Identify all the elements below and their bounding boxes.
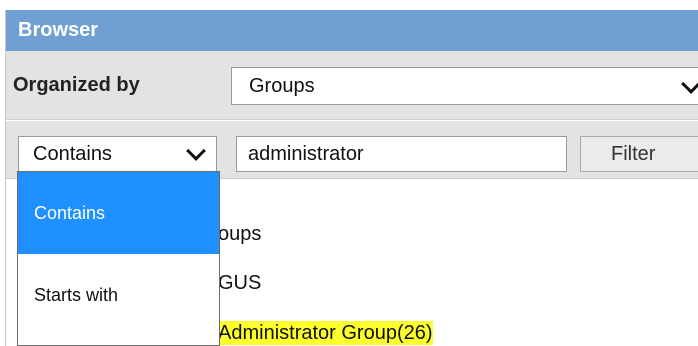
tree-item[interactable]: oups bbox=[218, 222, 261, 246]
organized-by-select[interactable]: Groups bbox=[231, 67, 698, 105]
chevron-down-icon bbox=[186, 141, 206, 161]
organized-by-label: Organized by bbox=[13, 74, 140, 96]
organized-by-value: Groups bbox=[249, 75, 315, 97]
filter-input[interactable] bbox=[236, 136, 567, 172]
tree-item-highlighted[interactable]: Administrator Group(26) bbox=[218, 321, 433, 345]
panel-title: Browser bbox=[6, 10, 698, 51]
tree-item[interactable]: GUS bbox=[218, 271, 261, 295]
chevron-down-icon bbox=[681, 74, 698, 94]
option-starts-with[interactable]: Starts with bbox=[18, 254, 219, 336]
organized-by-row: Organized by Groups bbox=[6, 51, 698, 120]
filter-button[interactable]: Filter bbox=[580, 136, 698, 172]
match-mode-dropdown: Contains Starts with bbox=[17, 171, 220, 346]
option-contains[interactable]: Contains bbox=[18, 172, 219, 254]
match-mode-value: Contains bbox=[33, 143, 112, 165]
match-mode-select[interactable]: Contains bbox=[18, 136, 217, 172]
